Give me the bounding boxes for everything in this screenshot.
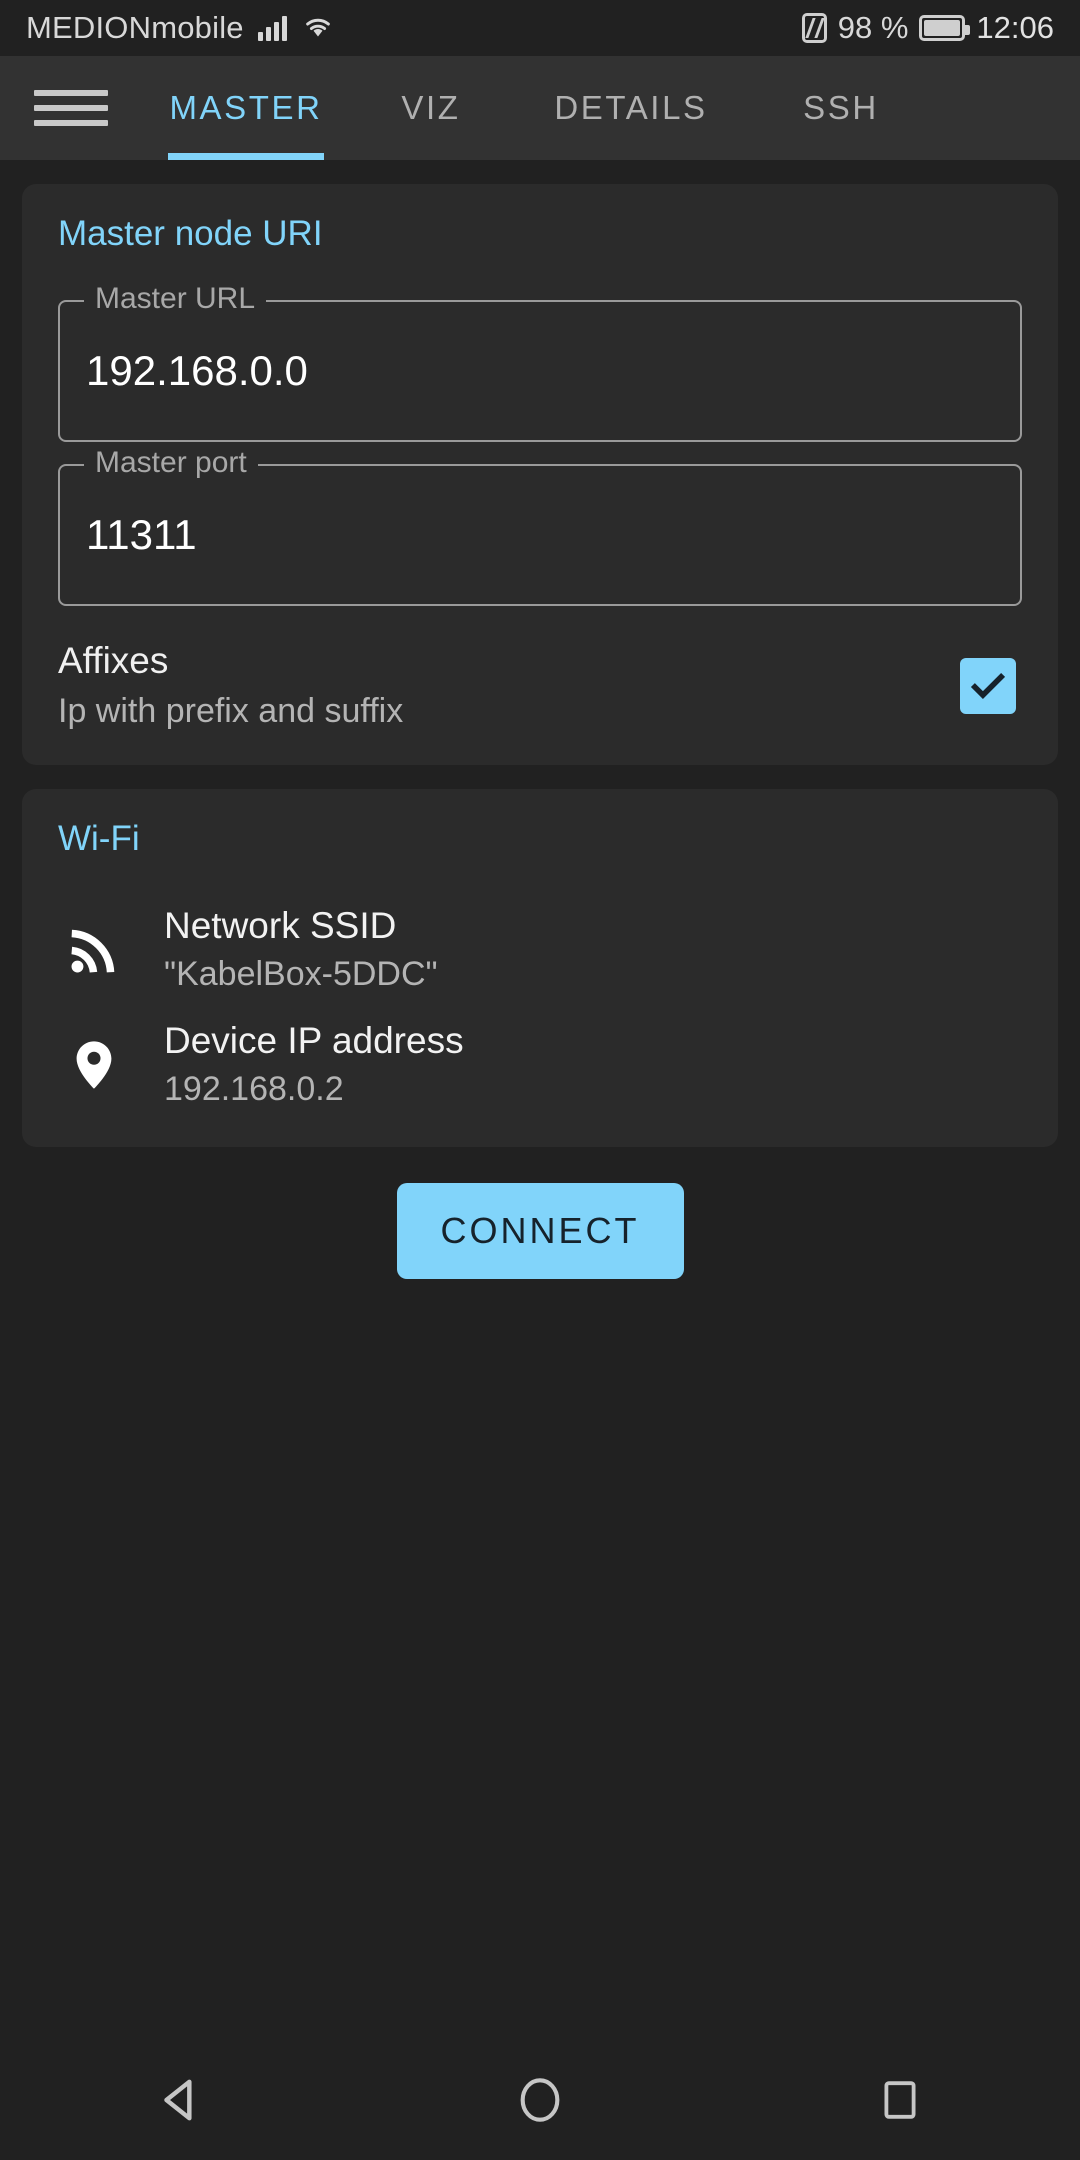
affixes-row[interactable]: Affixes Ip with prefix and suffix (58, 640, 1022, 731)
device-ip-title: Device IP address (164, 1020, 464, 1061)
network-ssid-value: "KabelBox-5DDC" (164, 955, 438, 993)
tab-master[interactable]: MASTER (136, 56, 356, 160)
carrier-label: MEDIONmobile (26, 10, 244, 45)
wifi-icon (301, 12, 335, 45)
phone-screen: MEDIONmobile 98 % 12:06 MASTER VIZ DETAI… (0, 0, 1080, 2160)
status-bar-right: 98 % 12:06 (801, 10, 1054, 46)
master-url-value: 192.168.0.0 (86, 347, 308, 394)
affixes-subtitle: Ip with prefix and suffix (58, 692, 404, 730)
app-bar: MASTER VIZ DETAILS SSH (0, 56, 1080, 160)
tab-bar: MASTER VIZ DETAILS SSH (108, 56, 1080, 160)
master-port-box[interactable]: 11311 (58, 464, 1022, 606)
rss-signal-icon (58, 919, 130, 981)
master-card-title: Master node URI (58, 214, 323, 253)
tab-details[interactable]: DETAILS (506, 56, 756, 160)
nfc-icon (801, 13, 827, 43)
recents-square-icon[interactable] (840, 2040, 960, 2160)
device-ip-texts: Device IP address 192.168.0.2 (164, 1020, 464, 1109)
location-pin-icon (58, 1036, 130, 1094)
master-url-label: Master URL (84, 282, 267, 316)
navigation-bar (0, 2040, 1080, 2160)
affixes-title: Affixes (58, 640, 169, 681)
clock-label: 12:06 (976, 10, 1054, 45)
network-ssid-title: Network SSID (164, 905, 397, 946)
check-icon (970, 672, 1006, 699)
status-bar: MEDIONmobile 98 % 12:06 (0, 0, 1080, 56)
connect-button-wrap: CONNECT (22, 1183, 1058, 1279)
tab-viz[interactable]: VIZ (356, 56, 506, 160)
wifi-card: Wi-Fi Network SSID "KabelBox-5DDC" Devic… (22, 789, 1058, 1147)
master-node-card: Master node URI Master URL 192.168.0.0 M… (22, 184, 1058, 765)
affixes-texts: Affixes Ip with prefix and suffix (58, 640, 403, 731)
tab-ssh[interactable]: SSH (756, 56, 926, 160)
device-ip-value: 192.168.0.2 (164, 1070, 344, 1108)
master-url-box[interactable]: 192.168.0.0 (58, 300, 1022, 442)
back-triangle-icon[interactable] (120, 2040, 240, 2160)
main-content: Master node URI Master URL 192.168.0.0 M… (0, 160, 1080, 1279)
master-url-field[interactable]: Master URL 192.168.0.0 (58, 282, 1022, 442)
cellular-signal-icon (257, 15, 287, 41)
master-port-label: Master port (84, 446, 258, 480)
wifi-card-title: Wi-Fi (58, 819, 140, 858)
status-bar-left: MEDIONmobile (26, 10, 335, 46)
connect-button[interactable]: CONNECT (396, 1183, 684, 1279)
battery-percent-label: 98 % (837, 10, 909, 45)
master-port-value: 11311 (86, 511, 197, 558)
hamburger-menu-icon[interactable] (34, 90, 108, 126)
affixes-checkbox[interactable] (960, 657, 1016, 714)
home-circle-icon[interactable] (480, 2040, 600, 2160)
network-ssid-row: Network SSID "KabelBox-5DDC" (58, 905, 1022, 994)
battery-full-icon (919, 15, 971, 41)
device-ip-row: Device IP address 192.168.0.2 (58, 1020, 1022, 1109)
network-ssid-texts: Network SSID "KabelBox-5DDC" (164, 905, 438, 994)
master-port-field[interactable]: Master port 11311 (58, 446, 1022, 606)
